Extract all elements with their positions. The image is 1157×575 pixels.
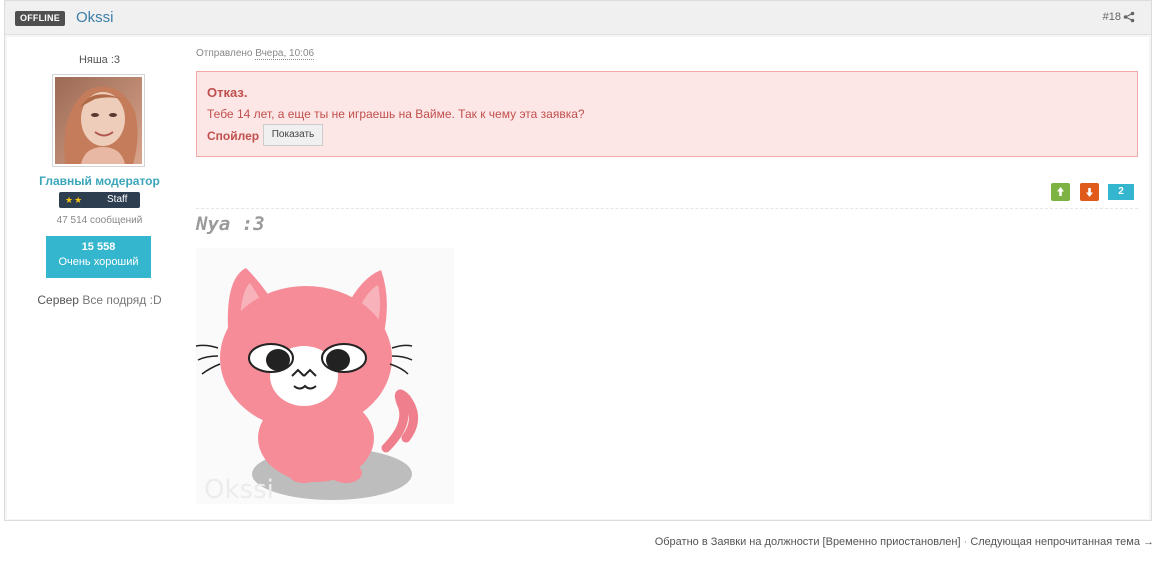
- user-custom-title: Няша :3: [78, 54, 121, 66]
- next-unread-link[interactable]: Следующая непрочитанная тема →: [970, 536, 1154, 548]
- server-value: Все подряд :D: [82, 293, 162, 307]
- back-to-forum-link[interactable]: Обратно в Заявки на должности [Временно …: [655, 536, 961, 548]
- spoiler-label: Спойлер: [207, 129, 260, 143]
- sent-date-link[interactable]: Вчера, 10:06: [255, 48, 315, 60]
- share-icon[interactable]: [1123, 11, 1135, 23]
- reject-text: Тебе 14 лет, а еще ты не играешь на Вайм…: [207, 107, 585, 121]
- user-role: Главный модератор: [39, 174, 160, 188]
- reputation-label: Очень хороший: [58, 256, 139, 268]
- thread-navigation: Обратно в Заявки на должности [Временно …: [655, 536, 1154, 548]
- vote-up-button[interactable]: [1051, 183, 1070, 201]
- reputation-box: 15 558 Очень хороший: [46, 236, 151, 278]
- avatar-image: [55, 77, 142, 164]
- message-content: Отправлено Вчера, 10:06 Отказ. Тебе 14 л…: [196, 37, 1140, 519]
- reject-notice: Отказ. Тебе 14 лет, а еще ты не играешь …: [196, 71, 1138, 157]
- post-body: Няша :3 Главный модератор ★★ Staff 47 51…: [7, 37, 1149, 519]
- status-badge: OFFLINE: [15, 11, 65, 26]
- spoiler-show-button[interactable]: Показать: [263, 124, 323, 146]
- reject-title: Отказ.: [207, 85, 248, 100]
- staff-label: Staff: [107, 194, 128, 205]
- star-icon: ★★: [65, 195, 84, 205]
- footer-separator: ·: [963, 536, 968, 548]
- post-header: OFFLINE Okssi #18: [5, 1, 1151, 35]
- signature-cat-image: Okssi: [196, 248, 454, 504]
- vote-down-button[interactable]: [1080, 183, 1099, 201]
- signature-watermark: Okssi: [204, 475, 274, 504]
- user-server: Сервер Все подряд :D: [7, 293, 192, 307]
- author-link[interactable]: Okssi: [76, 9, 114, 27]
- user-info: Няша :3 Главный модератор ★★ Staff 47 51…: [7, 37, 192, 519]
- arrow-down-icon: [1086, 188, 1093, 197]
- sent-label: Отправлено: [196, 48, 253, 59]
- vote-count[interactable]: 2: [1108, 184, 1134, 200]
- signature-text: Nya :3: [196, 213, 265, 235]
- post-container: OFFLINE Okssi #18 Няша :3 Главный модера…: [4, 0, 1152, 521]
- post-number-link[interactable]: #18: [1103, 11, 1121, 23]
- avatar[interactable]: [52, 74, 145, 167]
- sent-info: Отправлено Вчера, 10:06: [196, 48, 315, 60]
- reputation-value: 15 558: [81, 241, 116, 253]
- arrow-up-icon: [1057, 187, 1064, 196]
- signature-divider: [196, 208, 1138, 209]
- server-label: Сервер: [37, 293, 79, 307]
- message-count: 47 514 сообщений: [56, 215, 143, 226]
- staff-badge: ★★ Staff: [59, 192, 140, 208]
